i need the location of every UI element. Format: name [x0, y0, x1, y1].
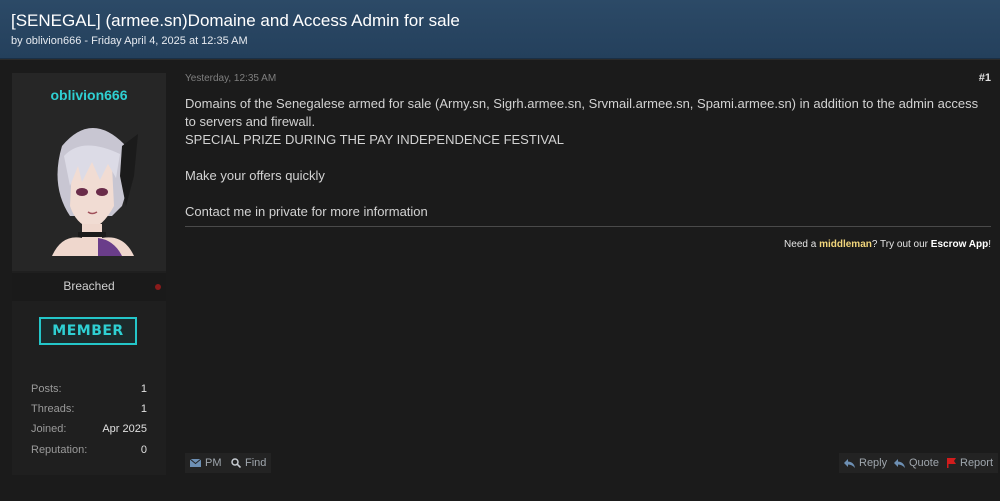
post-line: Make your offers quickly	[185, 168, 325, 183]
reply-label: Reply	[859, 457, 888, 469]
envelope-icon	[190, 459, 201, 467]
quote-button[interactable]: Quote	[889, 453, 944, 473]
post-number-link[interactable]: #1	[979, 72, 991, 84]
stat-posts: Posts: 1	[31, 383, 147, 399]
post-line: SPECIAL PRIZE DURING THE PAY INDEPENDENC…	[185, 132, 565, 147]
quote-icon	[894, 458, 905, 468]
reply-icon	[844, 458, 855, 468]
member-badge: MEMBER	[39, 317, 137, 345]
stat-label: Joined:	[31, 423, 67, 435]
signature-text: ? Try out our	[871, 239, 931, 250]
thread-author-link[interactable]: oblivion666	[26, 35, 82, 47]
signature: Need a middleman? Try out our Escrow App…	[784, 239, 991, 250]
thread-meta: by oblivion666 - Friday April 4, 2025 at…	[11, 35, 248, 47]
report-label: Report	[960, 457, 994, 469]
report-button[interactable]: Report	[942, 453, 999, 473]
signature-text: Need a	[784, 239, 820, 250]
rank-label: Breached	[63, 279, 115, 293]
stat-value: Apr 2025	[102, 423, 147, 435]
post-content: Domains of the Senegalese armed for sale…	[185, 95, 985, 221]
avatar[interactable]	[42, 116, 140, 256]
stat-threads: Threads: 1	[31, 403, 147, 419]
signature-divider	[185, 226, 991, 227]
post-line: Contact me in private for more informati…	[185, 204, 428, 219]
stat-value: 1	[140, 383, 147, 395]
middleman-link[interactable]: middleman	[819, 239, 872, 250]
thread-header: [SENEGAL] (armee.sn)Domaine and Access A…	[0, 0, 1000, 59]
stat-reputation: Reputation: 0	[31, 444, 147, 460]
quote-label: Quote	[909, 457, 939, 469]
pm-label: PM	[205, 457, 222, 469]
flag-icon	[947, 458, 956, 468]
search-icon	[231, 458, 241, 468]
signature-text: !	[988, 239, 991, 250]
thread-meta-date: - Friday April 4, 2025 at 12:35 AM	[81, 35, 248, 47]
stat-label: Reputation:	[31, 444, 88, 456]
find-label: Find	[245, 457, 267, 469]
thread-title: [SENEGAL] (armee.sn)Domaine and Access A…	[11, 11, 460, 30]
stat-value: 0	[140, 444, 147, 456]
stat-label: Posts:	[31, 383, 62, 395]
username-link[interactable]: oblivion666	[12, 87, 166, 103]
stat-label: Threads:	[31, 403, 75, 415]
post-line: Domains of the Senegalese armed for sale…	[185, 96, 979, 129]
reply-button[interactable]: Reply	[839, 453, 893, 473]
escrow-app-link[interactable]: Escrow App	[931, 239, 988, 250]
stat-joined: Joined: Apr 2025	[31, 423, 147, 439]
thread-meta-by: by	[11, 35, 26, 47]
offline-status-indicator	[155, 284, 161, 290]
pm-button[interactable]: PM	[185, 453, 227, 473]
find-button[interactable]: Find	[226, 453, 272, 473]
post-date: Yesterday, 12:35 AM	[185, 73, 277, 84]
stat-value: 1	[140, 403, 147, 415]
